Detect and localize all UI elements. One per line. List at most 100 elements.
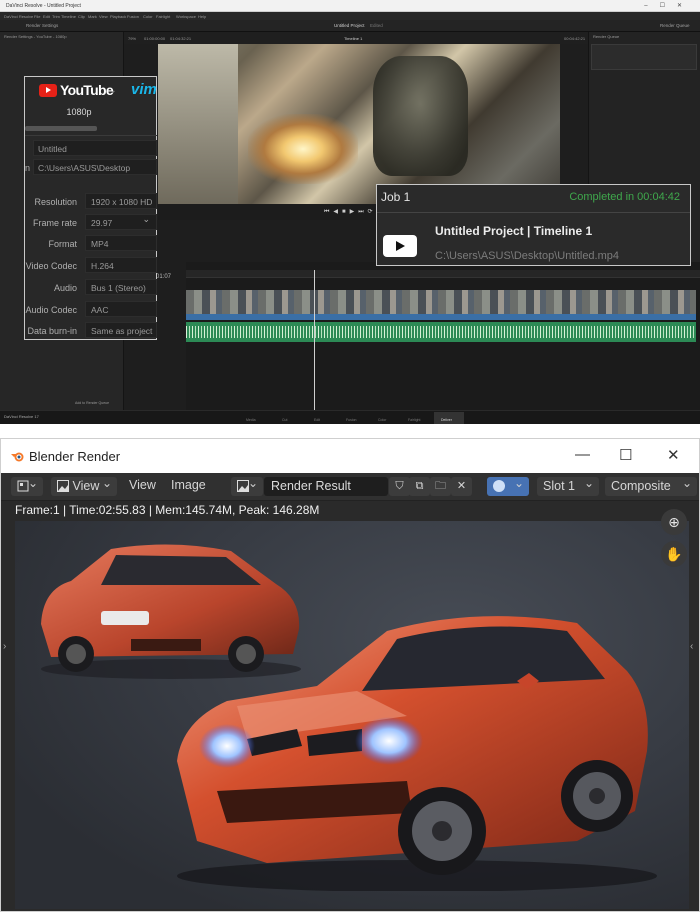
preset-vimeo[interactable]: vim: [131, 81, 157, 98]
menu-item[interactable]: Fusion: [127, 14, 139, 19]
framerate-select[interactable]: 29.97: [85, 214, 157, 230]
window-controls[interactable]: –☐✕: [644, 2, 694, 9]
separator: [0, 424, 700, 438]
menu-image[interactable]: Image: [171, 478, 206, 492]
video-track-clip[interactable]: [186, 290, 696, 320]
setting-row-audio: Audio Bus 1 (Stereo): [25, 279, 157, 297]
menu-item[interactable]: Timeline: [61, 14, 76, 19]
menu-item[interactable]: Edit: [43, 14, 50, 19]
playhead[interactable]: [314, 270, 315, 412]
menu-item[interactable]: Trim: [52, 14, 60, 19]
window-titlebar: DaVinci Resolve - Untitled Project –☐✕: [0, 0, 700, 12]
setting-label: Audio Codec: [25, 305, 77, 315]
audio-codec-select[interactable]: AAC: [85, 301, 157, 317]
timeline-ruler[interactable]: [186, 270, 700, 278]
job-title: Job 1: [381, 190, 411, 204]
menu-view[interactable]: View: [129, 478, 156, 492]
render-pass-dropdown[interactable]: [487, 476, 529, 496]
window-title: DaVinci Resolve - Untitled Project: [6, 3, 81, 9]
viewer-header: 79% 01:00:00:00 01:04:32:21 Timeline 1 0…: [124, 32, 588, 44]
timeline-timecode: 01:07: [156, 274, 172, 280]
render-settings-zoom-callout: YouTube ⌄ vim 1080p Untitled n C:\Users\…: [24, 76, 157, 340]
menu-item[interactable]: Clip: [78, 14, 85, 19]
setting-row-video-codec: Video Codec H.264: [25, 257, 157, 275]
page-tab[interactable]: Cut: [282, 418, 287, 422]
right-region-toggle-icon[interactable]: ‹: [690, 641, 693, 652]
render-settings-tab[interactable]: Render Settings: [26, 23, 58, 28]
filename-input[interactable]: Untitled: [33, 140, 157, 156]
render-result-image: [15, 521, 689, 909]
image-browse-icon: [237, 480, 249, 492]
menu-item[interactable]: Help: [198, 14, 206, 19]
open-image-button[interactable]: 🗀: [430, 477, 451, 496]
video-codec-select[interactable]: H.264: [85, 257, 157, 273]
maximize-button[interactable]: ☐: [619, 446, 632, 464]
page-tab[interactable]: Color: [378, 418, 386, 422]
view-mode-dropdown[interactable]: View: [51, 476, 117, 496]
menu-item[interactable]: Workspace: [176, 14, 196, 19]
editor-type-button[interactable]: [11, 476, 43, 496]
blender-render-window: Blender Render — ☐ ✕ View View Image Ren…: [0, 438, 700, 912]
timeline-name[interactable]: Timeline 1: [344, 36, 362, 41]
preset-resolution: 1080p: [66, 107, 92, 117]
preset-youtube[interactable]: YouTube: [60, 82, 114, 98]
scene-explosion: [248, 114, 358, 184]
render-job-zoom-callout[interactable]: Job 1 Completed in 00:04:42 Untitled Pro…: [376, 184, 691, 266]
resolution-select[interactable]: 1920 x 1080 HD: [85, 193, 157, 209]
unlink-image-button[interactable]: ✕: [451, 477, 472, 496]
zoom-in-icon: ⊕: [668, 514, 680, 530]
playback-icons[interactable]: ⏮◀■▶⏭⟳: [324, 208, 377, 216]
edited-label: Edited: [370, 23, 383, 28]
audio-waveform: [186, 326, 696, 338]
new-image-button[interactable]: ⧉: [409, 477, 430, 496]
image-editor-header: View View Image Render Result ⛉ ⧉ 🗀 ✕ Sl…: [1, 473, 699, 501]
preset-scrollbar[interactable]: [25, 126, 97, 131]
job-name: Untitled Project | Timeline 1: [435, 224, 593, 238]
queue-job-item[interactable]: [591, 44, 697, 70]
window-title: Blender Render: [29, 449, 121, 464]
slot-label: Slot 1: [543, 479, 575, 493]
render-queue-tab[interactable]: Render Queue: [660, 23, 690, 28]
menu-item[interactable]: File: [34, 14, 40, 19]
divider: [377, 212, 690, 213]
job-status: Completed in 00:04:42: [569, 191, 680, 203]
slot-dropdown[interactable]: Slot 1: [537, 476, 599, 496]
version-label: DaVinci Resolve 17: [4, 414, 39, 419]
left-region-toggle-icon[interactable]: ›: [3, 641, 6, 652]
audio-select[interactable]: Bus 1 (Stereo): [85, 279, 157, 295]
browse-image-button[interactable]: [231, 476, 263, 496]
render-settings-header: Render Settings - YouTube - 1080p: [4, 34, 67, 39]
location-input[interactable]: C:\Users\ASUS\Desktop: [33, 159, 157, 175]
layer-dropdown[interactable]: Composite: [605, 476, 697, 496]
pan-button[interactable]: ✋: [661, 541, 687, 567]
menu-item[interactable]: DaVinci Resolve: [4, 14, 33, 19]
page-tab[interactable]: Fairlight: [408, 418, 420, 422]
image-name-field[interactable]: Render Result: [264, 477, 388, 496]
setting-label: Frame rate: [32, 218, 77, 228]
image-canvas[interactable]: Frame:1 | Time:02:55.83 | Mem:145.74M, P…: [1, 501, 699, 911]
menu-item[interactable]: Fairlight: [156, 14, 170, 19]
burn-in-select[interactable]: Same as project: [85, 322, 157, 338]
menu-item[interactable]: Mark: [88, 14, 97, 19]
add-to-render-queue-button[interactable]: Add to Render Queue: [75, 401, 109, 405]
davinci-resolve-window: DaVinci Resolve - Untitled Project –☐✕ D…: [0, 0, 700, 424]
page-tab[interactable]: Fusion: [346, 418, 357, 422]
page-tab-active[interactable]: Deliver: [441, 418, 452, 422]
fake-user-button[interactable]: ⛉: [389, 477, 410, 496]
close-button[interactable]: ✕: [667, 446, 680, 464]
page-tab[interactable]: Media: [246, 418, 256, 422]
page-tab[interactable]: Edit: [314, 418, 320, 422]
menu-item[interactable]: Playback: [110, 14, 126, 19]
zoom-in-button[interactable]: ⊕: [661, 509, 687, 535]
view-mode-label: View: [72, 479, 100, 493]
timecode-out: 01:04:32:21: [170, 36, 192, 41]
minimize-button[interactable]: —: [575, 446, 590, 463]
chevron-down-icon[interactable]: ⌄: [109, 85, 117, 96]
zoom-level[interactable]: 79%: [128, 36, 136, 41]
video-viewer[interactable]: [158, 44, 560, 204]
menu-item[interactable]: View: [99, 14, 108, 19]
format-select[interactable]: MP4: [85, 235, 157, 251]
menu-item[interactable]: Color: [143, 14, 153, 19]
audio-track-clip[interactable]: [186, 322, 696, 342]
scene-robot: [373, 56, 468, 176]
